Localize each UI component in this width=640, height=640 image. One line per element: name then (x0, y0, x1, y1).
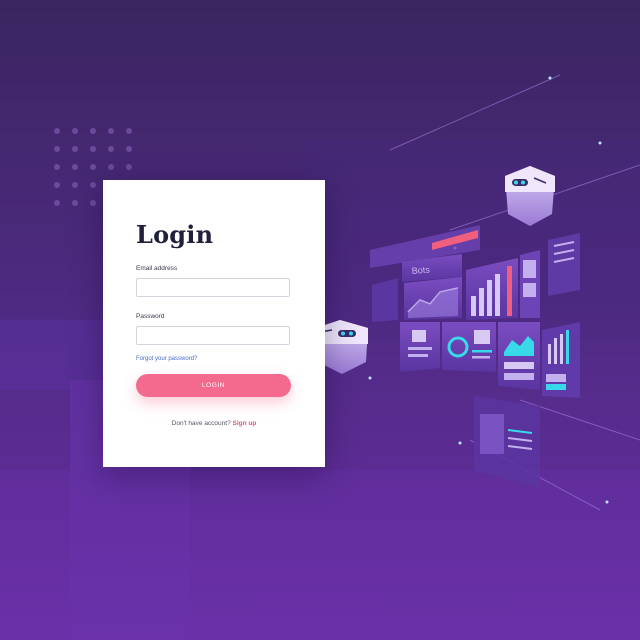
signup-line: Don't have account? Sign up (103, 420, 325, 427)
page-title: Login (136, 220, 214, 249)
password-field[interactable] (136, 326, 290, 345)
signup-prompt: Don't have account? (171, 420, 231, 427)
bots-panel-label: Bots (411, 264, 430, 276)
login-card: Login Email address Password Forgot your… (103, 180, 325, 467)
signup-link[interactable]: Sign up (233, 420, 257, 427)
forgot-password-link[interactable]: Forgot your password? (136, 356, 197, 362)
email-label: Email address (136, 265, 178, 272)
password-label: Password (136, 313, 165, 320)
login-button[interactable]: LOGIN (136, 374, 291, 397)
email-field[interactable] (136, 278, 290, 297)
